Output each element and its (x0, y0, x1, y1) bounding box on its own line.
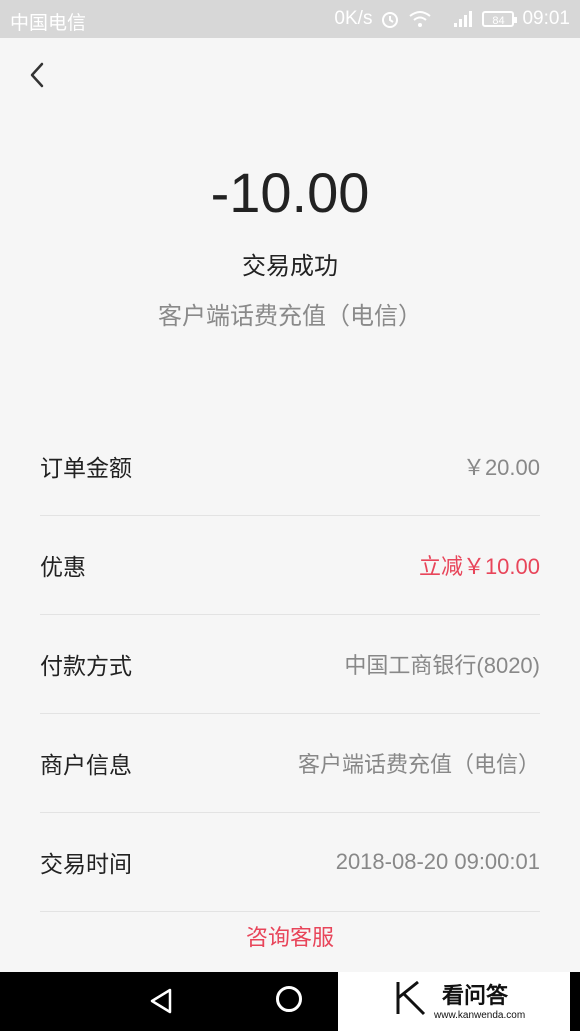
detail-label: 优惠 (40, 555, 86, 581)
detail-row-discount: 优惠 立减￥10.00 (40, 516, 540, 615)
transaction-status: 交易成功 (242, 252, 338, 280)
detail-row-payment-method: 付款方式 中国工商银行(8020) (40, 615, 540, 714)
detail-row-merchant-info: 商户信息 客户端话费充值（电信） (40, 714, 540, 813)
transaction-description: 客户端话费充值（电信） (158, 302, 422, 330)
battery-icon: 84 (482, 11, 518, 27)
detail-label: 商户信息 (40, 753, 132, 779)
wifi-icon (408, 10, 432, 28)
detail-row-transaction-time: 交易时间 2018-08-20 09:00:01 (40, 813, 540, 912)
watermark: 看问答 www.kanwenda.com (338, 972, 570, 1031)
nav-home-icon[interactable] (276, 986, 302, 1012)
clock-time: 09:01 (522, 8, 570, 29)
chevron-left-icon (30, 62, 44, 88)
detail-value: 中国工商银行(8020) (344, 653, 540, 678)
watermark-text: 看问答 (442, 984, 509, 1009)
detail-value: 立减￥10.00 (418, 554, 540, 579)
transaction-amount: -10.00 (210, 161, 370, 224)
alarm-icon (380, 9, 400, 29)
cellular-signal-icon (440, 9, 474, 29)
detail-value: 2018-08-20 09:00:01 (335, 849, 540, 874)
detail-value: ￥20.00 (462, 455, 540, 480)
detail-label: 订单金额 (40, 456, 132, 482)
detail-row-order-amount: 订单金额 ￥20.00 (40, 417, 540, 516)
transaction-details: 订单金额 ￥20.00 优惠 立减￥10.00 付款方式 中国工商银行(8020… (40, 417, 540, 912)
nav-back-icon[interactable] (146, 986, 176, 1020)
status-bar: 中国电信 0K/s 84 09:01 (0, 0, 580, 38)
carrier-name: 中国电信 (10, 13, 87, 34)
detail-label: 付款方式 (40, 654, 132, 680)
watermark-url: www.kanwenda.com (434, 1010, 526, 1021)
detail-value: 客户端话费充值（电信） (297, 752, 540, 777)
contact-support-link[interactable]: 咨询客服 (0, 920, 580, 952)
back-button[interactable] (22, 58, 56, 92)
watermark-logo-icon (396, 980, 426, 1016)
network-speed: 0K/s (334, 8, 373, 29)
detail-label: 交易时间 (40, 852, 132, 878)
